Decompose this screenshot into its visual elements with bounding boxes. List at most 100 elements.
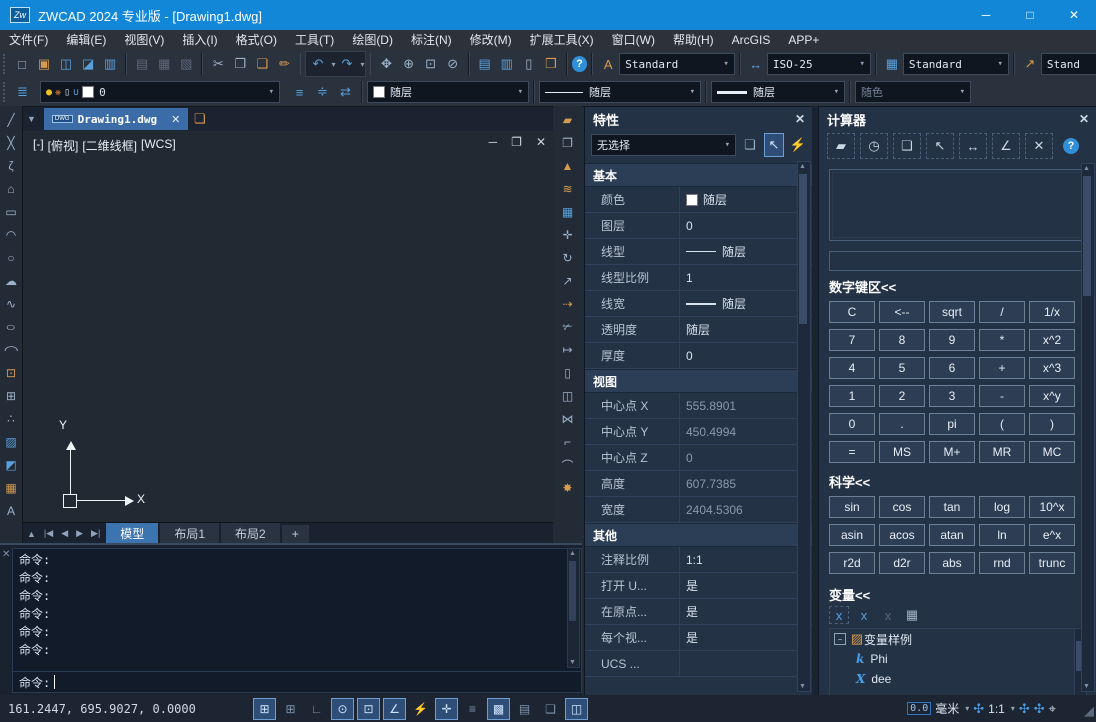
chevron-down-icon[interactable]: ▾ bbox=[717, 59, 728, 69]
menu-edit[interactable]: 编辑(E) bbox=[57, 30, 115, 50]
prop-row-thickness[interactable]: 厚度 0 bbox=[585, 343, 813, 369]
scientific-section-title[interactable]: 科学<< bbox=[819, 466, 1096, 493]
trim-icon[interactable]: ✃ bbox=[558, 317, 578, 337]
save-all-icon[interactable]: ▥ bbox=[99, 53, 121, 75]
mleader-style-select[interactable]: Stand bbox=[1041, 53, 1096, 75]
save-icon[interactable]: ◫ bbox=[55, 53, 77, 75]
copy-object-icon[interactable]: ❐ bbox=[558, 133, 578, 153]
calculator-help-icon[interactable]: ? bbox=[1058, 134, 1084, 158]
return-to-input-icon[interactable]: ▦ bbox=[903, 607, 921, 623]
calc-key-mplus[interactable]: M+ bbox=[929, 441, 975, 463]
get-angle-icon[interactable]: ∠ bbox=[992, 133, 1020, 159]
gradient-icon[interactable]: ◩ bbox=[1, 455, 21, 475]
polygon-icon[interactable]: ⌂ bbox=[1, 179, 21, 199]
prop-row-height[interactable]: 高度 607.7385 bbox=[585, 471, 813, 497]
open-file-icon[interactable]: ▣ bbox=[33, 53, 55, 75]
calc-key-7[interactable]: 7 bbox=[829, 329, 875, 351]
linetype-select[interactable]: 随层 ▾ bbox=[539, 81, 701, 103]
plot-preview-icon[interactable]: ▤ bbox=[131, 53, 153, 75]
table-icon[interactable]: ▦ bbox=[1, 478, 21, 498]
viewport-menu-control[interactable]: [-] bbox=[33, 137, 44, 154]
chevron-down-icon[interactable]: ▾ bbox=[263, 87, 274, 97]
chevron-down-icon[interactable]: ▾ bbox=[991, 59, 1002, 69]
plot-icon[interactable]: ▦ bbox=[153, 53, 175, 75]
layer-manager-icon[interactable]: ≣ bbox=[11, 81, 34, 103]
calc-key-asin[interactable]: asin bbox=[829, 524, 875, 546]
ellipse-arc-icon[interactable]: ◠ bbox=[1, 340, 21, 360]
section-basic-header[interactable]: 基本 ▾ bbox=[585, 163, 813, 187]
scale-icon[interactable]: ↗ bbox=[558, 271, 578, 291]
scrollbar-thumb[interactable] bbox=[1083, 176, 1091, 296]
circle-icon[interactable]: ○ bbox=[1, 248, 21, 268]
chevron-down-icon[interactable]: ▾ bbox=[684, 87, 695, 97]
scroll-down-icon[interactable]: ▼ bbox=[568, 659, 577, 666]
calc-key-abs[interactable]: abs bbox=[929, 552, 975, 574]
mtext-icon[interactable]: A bbox=[1, 501, 21, 521]
prop-row-ucsopen[interactable]: 打开 U... 是 bbox=[585, 573, 813, 599]
clear-history-icon[interactable]: ▰ bbox=[827, 133, 855, 159]
break-at-point-icon[interactable]: ▯ bbox=[558, 363, 578, 383]
calc-key-minus[interactable]: - bbox=[979, 385, 1025, 407]
prop-row-centerx[interactable]: 中心点 X 555.8901 bbox=[585, 393, 813, 419]
prev-layout-icon[interactable]: ◀ bbox=[57, 528, 72, 539]
move-icon[interactable]: ✛ bbox=[558, 225, 578, 245]
calc-key-acos[interactable]: acos bbox=[879, 524, 925, 546]
zoom-realtime-icon[interactable]: ⊕ bbox=[398, 53, 420, 75]
first-layout-icon[interactable]: |◀ bbox=[40, 528, 57, 539]
menu-app[interactable]: APP+ bbox=[779, 30, 828, 50]
doc-close-icon[interactable]: ✕ bbox=[536, 135, 546, 149]
minimize-button[interactable]: ─ bbox=[964, 0, 1008, 30]
properties-palette-icon[interactable]: ▤ bbox=[474, 53, 496, 75]
section-view-header[interactable]: 视图 ▾ bbox=[585, 369, 813, 393]
new-drawing-icon[interactable]: ❏ bbox=[188, 108, 211, 130]
chevron-down-icon[interactable]: ▾ bbox=[512, 87, 523, 97]
precision-display[interactable]: 0.0 bbox=[907, 702, 931, 715]
calc-key-mc[interactable]: MC bbox=[1029, 441, 1075, 463]
calc-key-equals[interactable]: = bbox=[829, 441, 875, 463]
polyline-icon[interactable]: ζ bbox=[1, 156, 21, 176]
get-point-icon[interactable]: ↖ bbox=[926, 133, 954, 159]
close-button[interactable]: ✕ bbox=[1052, 0, 1096, 30]
calc-key-divide[interactable]: / bbox=[979, 301, 1025, 323]
rotate-icon[interactable]: ↻ bbox=[558, 248, 578, 268]
color-select[interactable]: 随层 ▾ bbox=[367, 81, 529, 103]
pan-icon[interactable]: ✥ bbox=[375, 53, 397, 75]
calc-key-dot[interactable]: . bbox=[879, 413, 925, 435]
calc-key-sqrt[interactable]: sqrt bbox=[929, 301, 975, 323]
ucs-control[interactable]: [WCS] bbox=[141, 137, 176, 154]
resize-grip[interactable]: ◢ bbox=[1084, 703, 1094, 719]
calc-key-plus[interactable]: + bbox=[979, 357, 1025, 379]
paste-to-command-icon[interactable]: ❏ bbox=[893, 133, 921, 159]
calc-key-trunc[interactable]: trunc bbox=[1029, 552, 1075, 574]
calc-key-log[interactable]: log bbox=[979, 496, 1025, 518]
annotation-scale-value[interactable]: 1:1 bbox=[988, 702, 1005, 716]
layer-lock-icon[interactable]: ∪ bbox=[73, 87, 79, 98]
menu-insert[interactable]: 插入(I) bbox=[173, 30, 226, 50]
toggle-pickadd-icon[interactable]: ↖ bbox=[764, 133, 784, 157]
construction-line-icon[interactable]: ╳ bbox=[1, 133, 21, 153]
calc-key-atan[interactable]: atan bbox=[929, 524, 975, 546]
lineweight-toggle[interactable]: ≡ bbox=[461, 698, 484, 720]
workspace-icon[interactable]: ⌖ bbox=[1049, 701, 1056, 717]
undo-icon[interactable]: ↶ bbox=[306, 53, 329, 75]
menu-tools[interactable]: 工具(T) bbox=[286, 30, 343, 50]
ortho-toggle[interactable]: ∟ bbox=[305, 698, 328, 720]
layer-on-icon[interactable]: ● bbox=[46, 87, 52, 98]
menu-dimension[interactable]: 标注(N) bbox=[402, 30, 461, 50]
scrollbar-thumb[interactable] bbox=[799, 174, 807, 324]
chevron-down-icon[interactable]: ▾ bbox=[828, 87, 839, 97]
osnap-toggle[interactable]: ⊡ bbox=[357, 698, 380, 720]
prop-row-color[interactable]: 颜色 随层 bbox=[585, 187, 813, 213]
calc-key-reciprocal[interactable]: 1/x bbox=[1029, 301, 1075, 323]
numpad-section-title[interactable]: 数字键区<< bbox=[819, 271, 1096, 298]
layer-freeze-icon[interactable]: ❋ bbox=[55, 87, 61, 98]
extend-icon[interactable]: ↦ bbox=[558, 340, 578, 360]
save-as-icon[interactable]: ◪ bbox=[77, 53, 99, 75]
prop-row-layer[interactable]: 图层 0 bbox=[585, 213, 813, 239]
calc-key-8[interactable]: 8 bbox=[879, 329, 925, 351]
calc-key-ex[interactable]: e^x bbox=[1029, 524, 1075, 546]
properties-close-icon[interactable]: ✕ bbox=[795, 112, 805, 126]
prop-row-ltscale[interactable]: 线型比例 1 bbox=[585, 265, 813, 291]
grid-toggle[interactable]: ⊞ bbox=[279, 698, 302, 720]
redo-dropdown-icon[interactable]: ▾ bbox=[361, 60, 365, 69]
